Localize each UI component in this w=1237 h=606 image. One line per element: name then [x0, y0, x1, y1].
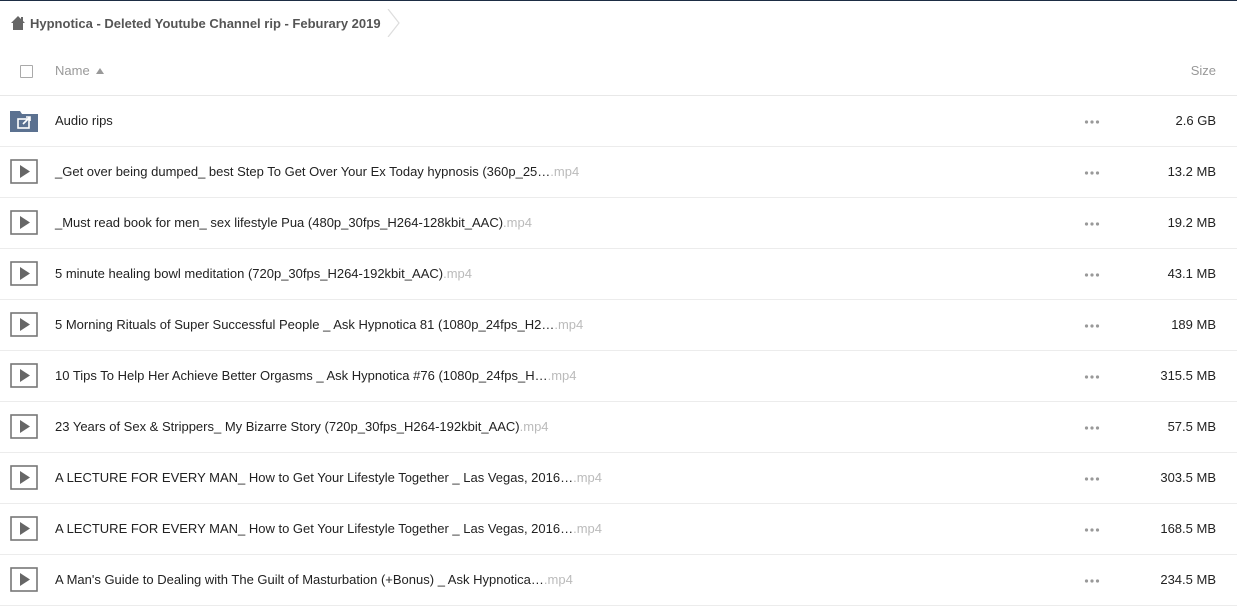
- more-options-icon[interactable]: [1084, 421, 1100, 435]
- video-file-icon: [10, 567, 38, 592]
- file-size: 57.5 MB: [1167, 419, 1216, 434]
- more-options-icon[interactable]: [1084, 319, 1100, 333]
- more-options-icon[interactable]: [1084, 472, 1100, 486]
- file-size: 43.1 MB: [1167, 266, 1216, 281]
- name-column-label: Name: [55, 63, 90, 78]
- file-size: 189 MB: [1171, 317, 1216, 332]
- more-options-icon[interactable]: [1084, 217, 1100, 231]
- file-name[interactable]: 10 Tips To Help Her Achieve Better Orgas…: [55, 368, 576, 383]
- more-options-icon[interactable]: [1084, 523, 1100, 537]
- file-size: 315.5 MB: [1160, 368, 1216, 383]
- more-options-icon[interactable]: [1084, 115, 1100, 129]
- file-row[interactable]: 23 Years of Sex & Strippers_ My Bizarre …: [0, 402, 1237, 453]
- home-icon: [11, 16, 25, 30]
- video-file-icon: [10, 414, 38, 439]
- file-list-header: Name Size: [0, 48, 1237, 96]
- more-options-icon[interactable]: [1084, 370, 1100, 384]
- file-size: 168.5 MB: [1160, 521, 1216, 536]
- video-file-icon: [10, 465, 38, 490]
- file-size: 2.6 GB: [1175, 113, 1216, 128]
- more-options-icon[interactable]: [1084, 574, 1100, 588]
- file-row[interactable]: _Must read book for men_ sex lifestyle P…: [0, 198, 1237, 249]
- more-options-icon[interactable]: [1084, 166, 1100, 180]
- video-file-icon: [10, 261, 38, 286]
- breadcrumb: Hypnotica - Deleted Youtube Channel rip …: [0, 1, 1237, 45]
- file-row[interactable]: 10 Tips To Help Her Achieve Better Orgas…: [0, 351, 1237, 402]
- file-name[interactable]: Audio rips: [55, 113, 113, 128]
- video-file-icon: [10, 516, 38, 541]
- video-file-icon: [10, 363, 38, 388]
- file-list: Audio rips 2.6 GB _Get over being dumped…: [0, 96, 1237, 606]
- name-column-header[interactable]: Name: [55, 63, 104, 78]
- file-name[interactable]: 5 Morning Rituals of Super Successful Pe…: [55, 317, 583, 332]
- file-row[interactable]: A LECTURE FOR EVERY MAN_ How to Get Your…: [0, 453, 1237, 504]
- file-size: 303.5 MB: [1160, 470, 1216, 485]
- shared-folder-icon: [10, 111, 38, 132]
- select-all-checkbox[interactable]: [20, 65, 33, 78]
- file-name[interactable]: A LECTURE FOR EVERY MAN_ How to Get Your…: [55, 470, 602, 485]
- file-name[interactable]: A LECTURE FOR EVERY MAN_ How to Get Your…: [55, 521, 602, 536]
- video-file-icon: [10, 210, 38, 235]
- video-file-icon: [10, 159, 38, 184]
- file-size: 19.2 MB: [1167, 215, 1216, 230]
- file-row[interactable]: A Man's Guide to Dealing with The Guilt …: [0, 555, 1237, 606]
- breadcrumb-separator-icon: [387, 9, 400, 37]
- file-row[interactable]: 5 Morning Rituals of Super Successful Pe…: [0, 300, 1237, 351]
- file-row[interactable]: 5 minute healing bowl meditation (720p_3…: [0, 249, 1237, 300]
- breadcrumb-title: Hypnotica - Deleted Youtube Channel rip …: [30, 15, 381, 31]
- file-row[interactable]: A LECTURE FOR EVERY MAN_ How to Get Your…: [0, 504, 1237, 555]
- more-options-icon[interactable]: [1084, 268, 1100, 282]
- sort-ascending-icon: [95, 67, 104, 74]
- file-name[interactable]: A Man's Guide to Dealing with The Guilt …: [55, 572, 573, 587]
- file-row[interactable]: _Get over being dumped_ best Step To Get…: [0, 147, 1237, 198]
- breadcrumb-item-home[interactable]: Hypnotica - Deleted Youtube Channel rip …: [0, 1, 400, 45]
- size-column-header[interactable]: Size: [1191, 63, 1216, 78]
- file-row[interactable]: Audio rips 2.6 GB: [0, 96, 1237, 147]
- file-name[interactable]: _Get over being dumped_ best Step To Get…: [55, 164, 579, 179]
- file-name[interactable]: 5 minute healing bowl meditation (720p_3…: [55, 266, 472, 281]
- file-size: 234.5 MB: [1160, 572, 1216, 587]
- file-name[interactable]: _Must read book for men_ sex lifestyle P…: [55, 215, 532, 230]
- size-column-label: Size: [1190, 63, 1216, 78]
- file-size: 13.2 MB: [1167, 164, 1216, 179]
- file-name[interactable]: 23 Years of Sex & Strippers_ My Bizarre …: [55, 419, 549, 434]
- video-file-icon: [10, 312, 38, 337]
